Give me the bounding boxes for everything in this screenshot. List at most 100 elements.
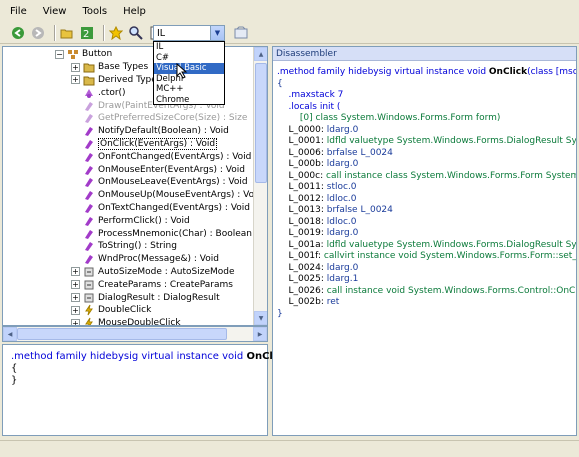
tree-node[interactable]: ToString() : String bbox=[71, 240, 177, 253]
toolbar: 2 bbox=[0, 22, 579, 44]
language-dropdown-list[interactable]: IL C# Visual Basic Delphi MC++ Chrome bbox=[153, 41, 225, 105]
menu-view[interactable]: View bbox=[43, 6, 67, 17]
tree-node-label: Derived Types bbox=[98, 74, 162, 85]
language-option-chrome[interactable]: Chrome bbox=[154, 95, 224, 106]
method-icon bbox=[83, 176, 95, 188]
language-option-mcpp[interactable]: MC++ bbox=[154, 84, 224, 95]
tree-node-label: CreateParams : CreateParams bbox=[98, 279, 233, 290]
refresh-icon[interactable]: 2 bbox=[79, 25, 95, 41]
tree-node-label: ProcessMnemonic(Char) : Boolean bbox=[98, 228, 252, 239]
menu-help[interactable]: Help bbox=[123, 6, 146, 17]
method-icon bbox=[83, 100, 95, 112]
folder-icon bbox=[83, 61, 95, 73]
open-icon[interactable] bbox=[59, 25, 75, 41]
disassembler-pane[interactable]: Disassembler .method family hidebysig vi… bbox=[272, 46, 577, 436]
tree-node[interactable]: OnMouseLeave(EventArgs) : Void bbox=[71, 176, 248, 189]
method-icon bbox=[83, 228, 95, 240]
code-line: [0] class System.Windows.Forms.Form form… bbox=[299, 113, 501, 123]
tree-node[interactable]: OnTextChanged(EventArgs) : Void bbox=[71, 202, 250, 215]
preview-line: } bbox=[11, 375, 18, 386]
expand-icon[interactable]: + bbox=[71, 62, 80, 72]
tree-node-label: PerformClick() : Void bbox=[98, 215, 190, 226]
tree-node-label: OnClick(EventArgs) : Void bbox=[98, 137, 218, 150]
scroll-thumb[interactable] bbox=[255, 63, 267, 183]
scroll-thumb[interactable] bbox=[17, 328, 227, 340]
favorite-icon[interactable] bbox=[108, 25, 124, 41]
language-option-delphi[interactable]: Delphi bbox=[154, 74, 224, 85]
language-option-visual-basic[interactable]: Visual Basic bbox=[154, 63, 224, 74]
code-line: L_002b: ret bbox=[288, 297, 340, 307]
menu-file[interactable]: File bbox=[10, 6, 27, 17]
tree-node[interactable]: OnMouseEnter(EventArgs) : Void bbox=[71, 163, 245, 176]
chevron-down-icon[interactable]: ▼ bbox=[210, 26, 224, 40]
method-icon bbox=[83, 164, 95, 176]
tree-node[interactable]: PerformClick() : Void bbox=[71, 214, 190, 227]
tree-node[interactable]: + CreateParams : CreateParams bbox=[71, 278, 233, 291]
expand-icon[interactable]: + bbox=[71, 305, 80, 315]
tree-node[interactable]: + AutoSizeMode : AutoSizeMode bbox=[71, 266, 235, 279]
expand-icon[interactable]: + bbox=[71, 267, 80, 277]
code-line: L_000c: call instance class System.Windo… bbox=[288, 170, 577, 181]
back-icon[interactable] bbox=[10, 25, 26, 41]
tree-node-label: OnTextChanged(EventArgs) : Void bbox=[98, 202, 250, 213]
tree-node[interactable]: NotifyDefault(Boolean) : Void bbox=[71, 125, 229, 138]
tree-vertical-scrollbar[interactable]: ▲ ▼ bbox=[253, 47, 267, 325]
tree-node-root[interactable]: − Button bbox=[55, 48, 112, 61]
tree-node[interactable]: + Base Types bbox=[71, 61, 148, 74]
code-line: L_0011: stloc.0 bbox=[288, 182, 357, 192]
tree-horizontal-scrollbar[interactable]: ◀ ▶ bbox=[2, 326, 268, 342]
code-line: L_0019: ldarg.0 bbox=[288, 228, 359, 238]
tree-node[interactable]: + DialogResult : DialogResult bbox=[71, 291, 220, 304]
tree-node[interactable]: ProcessMnemonic(Char) : Boolean bbox=[71, 227, 252, 240]
expand-icon[interactable]: + bbox=[71, 293, 80, 303]
preview-line: .method family hidebysig virtual instanc… bbox=[11, 351, 289, 363]
tree-node-label: OnMouseUp(MouseEventArgs) : Void bbox=[98, 190, 263, 201]
language-option-csharp[interactable]: C# bbox=[154, 53, 224, 64]
language-combobox[interactable]: IL ▼ bbox=[153, 25, 225, 41]
tree-node[interactable]: OnFontChanged(EventArgs) : Void bbox=[71, 150, 251, 163]
scroll-left-icon[interactable]: ◀ bbox=[3, 327, 17, 341]
tree-node[interactable]: + Derived Types bbox=[71, 74, 161, 87]
tree-node[interactable]: OnMouseUp(MouseEventArgs) : Void bbox=[71, 189, 262, 202]
tree-node-label: Button bbox=[82, 49, 113, 60]
preview-pane: .method family hidebysig virtual instanc… bbox=[2, 344, 289, 436]
code-line: L_0000: ldarg.0 bbox=[288, 124, 359, 135]
tree-node-label: WndProc(Message&) : Void bbox=[98, 254, 219, 265]
tree-node-label: OnFontChanged(EventArgs) : Void bbox=[98, 151, 252, 162]
expand-icon[interactable]: + bbox=[71, 318, 80, 325]
options-icon[interactable] bbox=[234, 26, 248, 43]
menu-bar: File View Tools Help bbox=[0, 0, 579, 22]
tree-node-label: AutoSizeMode : AutoSizeMode bbox=[98, 266, 235, 277]
tree-node[interactable]: .ctor() bbox=[71, 86, 126, 99]
method-icon bbox=[83, 138, 95, 150]
code-line: L_000b: ldarg.0 bbox=[288, 159, 359, 169]
scroll-right-icon[interactable]: ▶ bbox=[253, 327, 267, 341]
status-bar bbox=[0, 440, 579, 457]
code-line: L_0006: brfalse L_0024 bbox=[288, 147, 393, 158]
tree-node[interactable]: OnClick(EventArgs) : Void bbox=[71, 137, 218, 151]
tree-node[interactable]: WndProc(Message&) : Void bbox=[71, 253, 219, 266]
property-icon bbox=[83, 292, 95, 304]
forward-icon[interactable] bbox=[30, 25, 46, 41]
tree-node[interactable]: + MouseDoubleClick bbox=[71, 317, 181, 325]
language-option-il[interactable]: IL bbox=[154, 42, 224, 53]
scroll-down-icon[interactable]: ▼ bbox=[254, 311, 267, 325]
tree-node-label: Base Types bbox=[98, 62, 149, 73]
code-line: L_0024: ldarg.0 bbox=[288, 262, 359, 273]
scroll-up-icon[interactable]: ▲ bbox=[254, 47, 267, 61]
collapse-icon[interactable]: − bbox=[55, 49, 64, 59]
assembly-tree[interactable]: − Button + Base Types + Derived Types .ctor(… bbox=[2, 46, 268, 326]
method-icon bbox=[83, 202, 95, 214]
menu-tools[interactable]: Tools bbox=[82, 6, 107, 17]
method-icon bbox=[83, 253, 95, 265]
expand-icon[interactable]: + bbox=[71, 280, 80, 290]
toolbar-separator bbox=[54, 24, 55, 41]
code-line: L_0018: ldloc.0 bbox=[288, 216, 357, 227]
code-line: L_0001: ldfld valuetype System.Windows.F… bbox=[288, 136, 577, 146]
expand-icon[interactable]: + bbox=[71, 75, 80, 85]
tree-node[interactable]: GetPreferredSizeCore(Size) : Size bbox=[71, 112, 247, 125]
tree-node[interactable]: + DoubleClick bbox=[71, 304, 151, 317]
tree-node-label: .ctor() bbox=[98, 87, 126, 98]
method-icon bbox=[83, 189, 95, 201]
search-icon[interactable] bbox=[128, 25, 144, 41]
